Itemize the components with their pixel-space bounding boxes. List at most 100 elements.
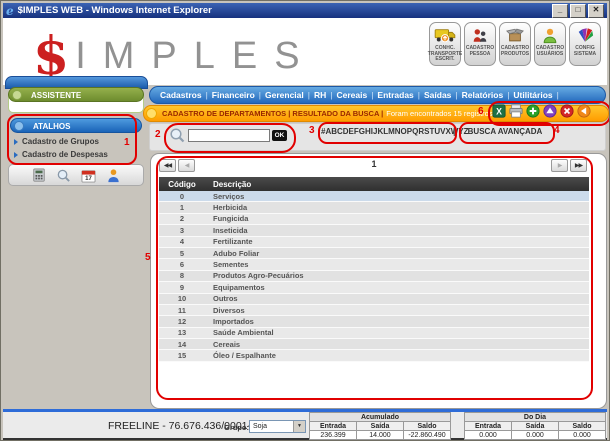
arrow-right-icon <box>14 139 18 145</box>
header: $ IMPLES CONHC. TRANSPORTE ESCRIT. CADAS… <box>3 18 607 85</box>
button-config-sistema[interactable]: CONFIG SISTEMA <box>569 22 601 66</box>
person-icon[interactable] <box>106 168 121 183</box>
cell-descricao: Diversos <box>205 306 245 315</box>
table-row[interactable]: 15Óleo / Espalhante <box>159 350 589 361</box>
menu-item-financeiro[interactable]: Financeiro <box>212 90 255 100</box>
button-cadastro-produtos[interactable]: CADASTRO PRODUTOS <box>499 22 531 66</box>
table-row[interactable]: 5Adubo Foliar <box>159 248 589 259</box>
logo-text: IMPLES <box>75 34 316 78</box>
previous-page-button[interactable]: ◀ <box>178 159 195 172</box>
menu-item-cadastros[interactable]: Cadastros <box>160 90 202 100</box>
page-number: 1 <box>159 159 589 169</box>
sidebar-link[interactable]: Cadastro de Grupos <box>14 135 139 148</box>
next-page-button[interactable]: ▶ <box>551 159 568 172</box>
minimize-button[interactable]: _ <box>552 4 568 18</box>
dodia-col-saida: Saída <box>512 422 559 431</box>
dodia-entrada-value: 0.000 <box>465 431 512 440</box>
sidebar-link[interactable]: Cadastro de Despesas <box>14 148 139 161</box>
assistente-header[interactable]: ASSISTENTE <box>8 87 144 102</box>
svg-text:17: 17 <box>85 175 92 182</box>
excel-icon[interactable]: X <box>492 104 506 118</box>
menu-separator: | <box>371 90 373 100</box>
button-cadastro-usuarios[interactable]: CADASTRO USUÁRIOS <box>534 22 566 66</box>
print-icon[interactable] <box>509 104 523 118</box>
menu-item-cereais[interactable]: Cereais <box>336 90 367 100</box>
acumulado-col-entrada: Entrada <box>310 422 357 431</box>
cell-codigo: 5 <box>159 249 205 258</box>
close-icon[interactable] <box>560 104 574 118</box>
cell-descricao: Produtos Agro-Pecuários <box>205 271 304 280</box>
up-icon[interactable] <box>543 104 557 118</box>
dodia-col-entrada: Entrada <box>465 422 512 431</box>
calendar-icon[interactable]: 17 <box>81 168 96 183</box>
menu-separator: | <box>418 90 420 100</box>
menu-separator: | <box>507 90 509 100</box>
alphabet-filter[interactable]: #ABCDEFGHIJKLMNOPQRSTUVXWYZ <box>321 124 450 139</box>
button-cadastro-pessoa[interactable]: CADASTRO PESSOA <box>464 22 496 66</box>
table-row[interactable]: 10Outros <box>159 294 589 305</box>
menu-separator: | <box>330 90 332 100</box>
search-magnifier-icon[interactable] <box>169 127 185 143</box>
pagination-bar: 1 ◀◀ ◀ ▶ ▶▶ <box>159 159 589 173</box>
table-row[interactable]: 13Saúde Ambiental <box>159 328 589 339</box>
arrow-right-icon <box>14 152 18 158</box>
menu-item-gerencial[interactable]: Gerencial <box>265 90 304 100</box>
atalhos-links: Cadastro de Grupos Cadastro de Despesas <box>14 135 139 161</box>
table-row[interactable]: 14Cereais <box>159 339 589 350</box>
table-row[interactable]: 4Fertilizante <box>159 237 589 248</box>
search-input[interactable] <box>188 129 270 142</box>
cell-descricao: Fertilizante <box>205 237 253 246</box>
logo-dollar-symbol: $ <box>33 34 69 80</box>
table-row[interactable]: 2Fungicida <box>159 214 589 225</box>
acumulado-col-saida: Saída <box>357 422 404 431</box>
window-title: $IMPLES WEB - Windows Internet Explorer <box>18 5 552 16</box>
grupo-selected-value: Soja <box>250 421 293 432</box>
table-row[interactable]: 1Herbicida <box>159 202 589 213</box>
atalhos-header[interactable]: ATALHOS <box>10 118 142 133</box>
search-ok-button[interactable]: OK <box>272 130 287 141</box>
advanced-search-link[interactable]: BUSCA AVANÇADA <box>462 124 548 139</box>
internet-explorer-icon: e <box>6 5 14 17</box>
menu-item-rh[interactable]: RH <box>314 90 326 100</box>
cell-codigo: 13 <box>159 328 205 337</box>
cell-codigo: 4 <box>159 237 205 246</box>
table-row[interactable]: 6Sementes <box>159 259 589 270</box>
last-page-button[interactable]: ▶▶ <box>570 159 587 172</box>
table-row[interactable]: 0Serviços <box>159 191 589 202</box>
menu-item-utilitários[interactable]: Utilitários <box>513 90 552 100</box>
table-row[interactable]: 8Produtos Agro-Pecuários <box>159 271 589 282</box>
acumulado-title: Acumulado <box>310 413 451 422</box>
table-row[interactable]: 12Importados <box>159 316 589 327</box>
grupo-dropdown[interactable]: Soja ▼ <box>249 420 306 433</box>
add-icon[interactable] <box>526 104 540 118</box>
user-icon <box>541 26 559 45</box>
box-icon <box>506 26 524 45</box>
acumulado-entrada-value: 236.399 <box>310 431 357 440</box>
cell-codigo: 11 <box>159 306 205 315</box>
cell-codigo: 15 <box>159 351 205 360</box>
first-page-button[interactable]: ◀◀ <box>159 159 176 172</box>
menu-separator: | <box>259 90 261 100</box>
table-row[interactable]: 3Inseticida <box>159 225 589 236</box>
maximize-button[interactable]: □ <box>570 4 586 18</box>
button-conhc-transporte[interactable]: CONHC. TRANSPORTE ESCRIT. <box>429 22 461 66</box>
quick-button-label: CONHC. TRANSPORTE ESCRIT. <box>428 46 462 63</box>
sidebar-link-label: Cadastro de Despesas <box>22 150 108 159</box>
back-icon[interactable] <box>577 104 591 118</box>
acumulado-col-saldo: Saldo <box>404 422 451 431</box>
cell-descricao: Saúde Ambiental <box>205 328 274 337</box>
table-row[interactable]: 11Diversos <box>159 305 589 316</box>
menu-item-saídas[interactable]: Saídas <box>424 90 451 100</box>
table-row[interactable]: 9Equipamentos <box>159 282 589 293</box>
close-button[interactable]: ✕ <box>588 4 604 18</box>
search-icon[interactable] <box>56 168 71 183</box>
application-window: e $IMPLES WEB - Windows Internet Explore… <box>0 0 610 441</box>
result-bar-message: Foram encontrados 15 registros! <box>386 109 494 118</box>
menu-item-entradas[interactable]: Entradas <box>377 90 413 100</box>
menu-item-relatórios[interactable]: Relatórios <box>462 90 504 100</box>
calculator-icon[interactable] <box>32 168 46 182</box>
chevron-down-icon[interactable]: ▼ <box>293 421 305 432</box>
dodia-saldo-value: 0.000 <box>559 431 606 440</box>
cell-codigo: 0 <box>159 192 205 201</box>
sidebar-toolbar: 17 <box>8 164 144 186</box>
